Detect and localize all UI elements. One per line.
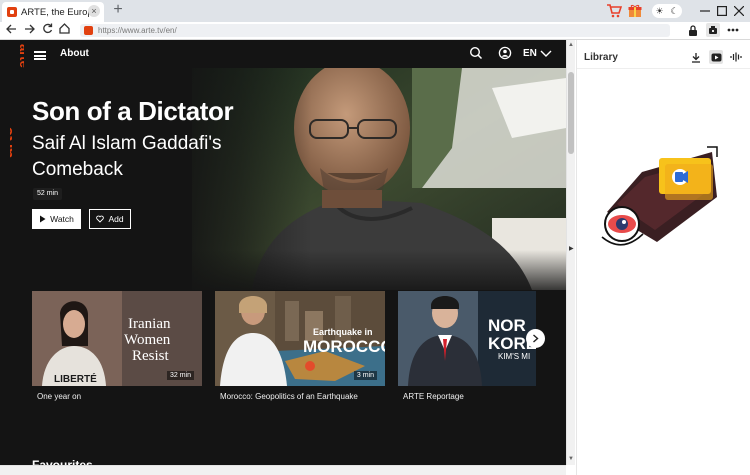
video-card-iranian-women[interactable]: LIBERTÉ Iranian Women Resist 32 min xyxy=(32,291,202,386)
lock-icon[interactable] xyxy=(686,23,700,37)
panel-collapse-icon[interactable]: ▶ xyxy=(569,246,574,252)
arte-logo[interactable]: arte xyxy=(4,42,24,78)
video-card-morocco-earthquake[interactable]: Earthquake in MOROCCO 3 min xyxy=(215,291,385,386)
more-menu-icon[interactable] xyxy=(726,23,740,37)
scroll-down-icon[interactable]: ▼ xyxy=(568,456,574,462)
horizontal-scrollbar[interactable] xyxy=(0,465,566,475)
gift-icon[interactable] xyxy=(628,3,644,19)
hero-subtitle: Saif Al Islam Gaddafi's Comeback xyxy=(32,133,222,180)
chevron-right-icon xyxy=(533,334,539,343)
account-icon[interactable] xyxy=(498,46,512,60)
card-label[interactable]: One year on xyxy=(37,392,81,401)
search-icon[interactable] xyxy=(469,46,483,60)
svg-text:KIM'S MI: KIM'S MI xyxy=(498,352,530,361)
svg-text:NOR: NOR xyxy=(488,316,526,335)
svg-text:MOROCCO: MOROCCO xyxy=(303,337,385,356)
nav-about-link[interactable]: About xyxy=(60,48,89,59)
card-label[interactable]: Morocco: Geopolitics of an Earthquake xyxy=(220,392,358,401)
navigation-bar: https://www.arte.tv/en/ xyxy=(0,22,750,40)
tab-bar: ARTE, the European c × + ☀ ☾ xyxy=(0,0,750,22)
moon-icon: ☾ xyxy=(670,5,679,16)
video-card-arte-reportage[interactable]: NOR KORE KIM'S MI xyxy=(398,291,536,386)
library-divider xyxy=(577,68,750,69)
svg-text:arte: arte xyxy=(17,44,24,68)
arte-page: arte About EN arte Son of a Dictator Sai… xyxy=(0,40,566,475)
reload-icon[interactable] xyxy=(40,23,54,37)
browser-window: ARTE, the European c × + ☀ ☾ xyxy=(0,0,750,475)
theme-toggle[interactable]: ☀ ☾ xyxy=(652,4,682,18)
svg-text:Earthquake in: Earthquake in xyxy=(313,327,373,337)
shopping-cart-icon[interactable] xyxy=(606,3,622,19)
watch-label: Watch xyxy=(50,214,74,224)
close-window-button[interactable] xyxy=(730,2,748,20)
minimize-button[interactable] xyxy=(696,2,714,20)
forward-arrow-icon[interactable] xyxy=(22,23,36,37)
scroll-up-icon[interactable]: ▲ xyxy=(568,42,574,48)
svg-text:Women: Women xyxy=(124,332,171,348)
svg-text:arte: arte xyxy=(10,127,16,158)
sun-icon: ☀ xyxy=(655,5,664,16)
language-selector[interactable]: EN xyxy=(523,48,537,59)
library-empty-illustration xyxy=(601,146,718,246)
page-scrollbar[interactable]: ▲ ▼ xyxy=(566,40,575,465)
home-icon[interactable] xyxy=(57,23,71,37)
audio-waveform-icon[interactable] xyxy=(729,50,743,64)
url-text: https://www.arte.tv/en/ xyxy=(98,26,177,35)
card-duration: 3 min xyxy=(353,371,377,380)
hero-title: Son of a Dictator xyxy=(32,96,234,126)
watch-button[interactable]: Watch xyxy=(32,209,81,229)
back-arrow-icon[interactable] xyxy=(4,23,18,37)
library-panel: Library xyxy=(576,40,750,475)
tab-arte[interactable]: ARTE, the European c × xyxy=(2,2,104,22)
download-icon[interactable] xyxy=(689,50,703,64)
card-label[interactable]: ARTE Reportage xyxy=(403,392,464,401)
hero-duration-badge: 52 min xyxy=(33,188,63,200)
add-label: Add xyxy=(108,214,124,224)
video-icon[interactable] xyxy=(709,50,723,64)
svg-text:LIBERTÉ: LIBERTÉ xyxy=(54,372,97,385)
arte-hero-logo: arte xyxy=(10,127,16,158)
arte-favicon-icon xyxy=(7,7,17,17)
address-bar[interactable]: https://www.arte.tv/en/ xyxy=(80,24,670,37)
site-favicon-icon xyxy=(84,26,93,35)
carousel-next-button[interactable] xyxy=(526,329,545,348)
add-button[interactable]: Add xyxy=(89,209,131,229)
svg-text:Iranian: Iranian xyxy=(128,316,171,332)
svg-text:Resist: Resist xyxy=(132,348,170,364)
chevron-down-icon[interactable] xyxy=(540,48,552,58)
card-duration: 32 min xyxy=(166,371,194,380)
library-title: Library xyxy=(584,52,618,63)
maximize-button[interactable] xyxy=(713,2,731,20)
hamburger-menu-icon[interactable] xyxy=(34,51,46,60)
heart-icon xyxy=(96,215,105,223)
extension-icon[interactable] xyxy=(706,23,720,37)
tab-close-icon[interactable]: × xyxy=(88,5,100,17)
new-tab-button[interactable]: + xyxy=(110,2,126,18)
card-thumbnail: NOR KORE KIM'S MI xyxy=(398,291,536,386)
play-icon xyxy=(40,215,46,223)
tab-title: ARTE, the European c xyxy=(21,6,98,18)
scroll-thumb[interactable] xyxy=(568,72,574,154)
